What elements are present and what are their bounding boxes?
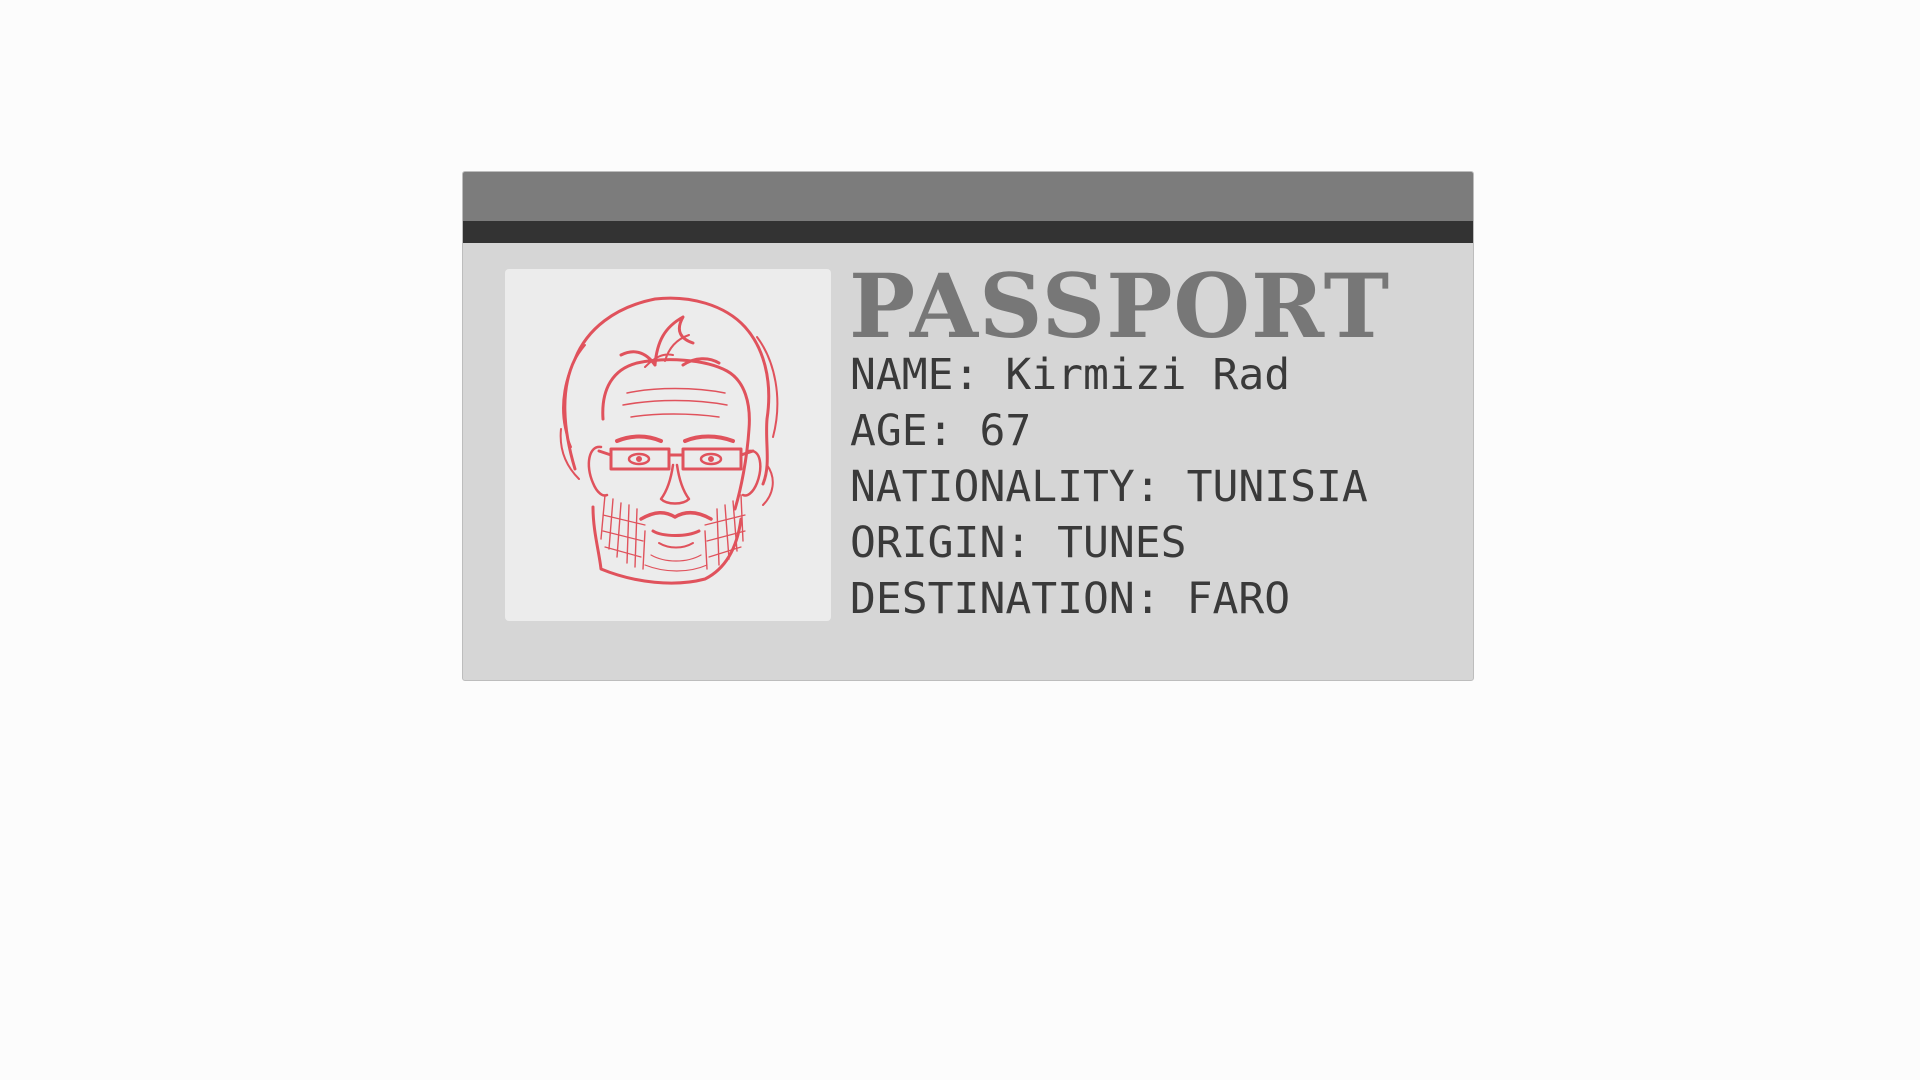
passport-title: PASSPORT — [849, 254, 1391, 358]
field-destination-value: FARO — [1186, 574, 1291, 624]
stage: PASSPORT NAME: Kirmizi Rad AGE: 67 NATIO… — [0, 0, 1920, 1080]
field-nationality-value: TUNISIA — [1186, 462, 1368, 512]
field-age: AGE: 67 — [850, 406, 1032, 456]
passport-cover-band — [463, 172, 1473, 221]
field-name-value: Kirmizi Rad — [1005, 350, 1291, 400]
passport-photo — [505, 269, 831, 621]
portrait-sketch-icon — [559, 296, 779, 585]
passport-fields: NAME: Kirmizi Rad AGE: 67 NATIONALITY: T… — [850, 347, 1368, 627]
field-nationality: NATIONALITY: TUNISIA — [850, 462, 1368, 512]
field-destination-label: DESTINATION — [850, 574, 1135, 624]
field-nationality-label: NATIONALITY — [850, 462, 1135, 512]
field-origin-value: TUNES — [1057, 518, 1187, 568]
field-age-label: AGE — [850, 406, 928, 456]
field-origin: ORIGIN: TUNES — [850, 518, 1187, 568]
field-destination: DESTINATION: FARO — [850, 574, 1291, 624]
passport-document[interactable]: PASSPORT NAME: Kirmizi Rad AGE: 67 NATIO… — [462, 171, 1474, 681]
field-name-label: NAME — [850, 350, 954, 400]
passport-dark-stripe — [463, 221, 1473, 243]
field-origin-label: ORIGIN — [850, 518, 1006, 568]
field-name: NAME: Kirmizi Rad — [850, 350, 1291, 400]
field-age-value: 67 — [979, 406, 1032, 456]
